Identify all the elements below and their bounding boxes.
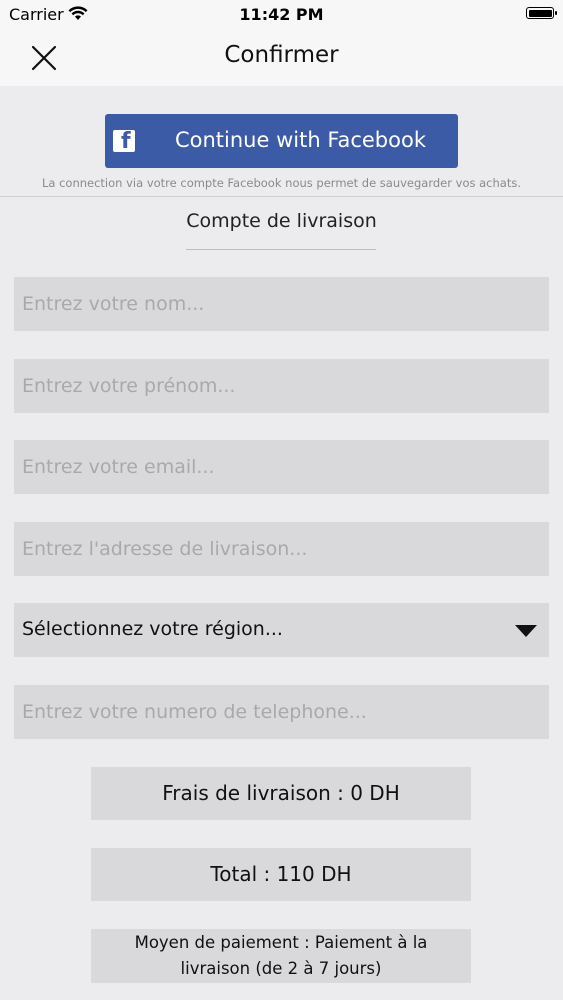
region-select[interactable]: Sélectionnez votre région... (14, 603, 549, 657)
chevron-down-icon (515, 625, 537, 637)
delivery-fee-box: Frais de livraison : 0 DH (91, 767, 471, 820)
delivery-fee-text: Frais de livraison : 0 DH (162, 781, 400, 805)
email-input[interactable] (14, 440, 549, 494)
payment-method-line2: livraison (de 2 à 7 jours) (180, 959, 382, 978)
facebook-button-label: Continue with Facebook (174, 128, 426, 152)
section-underline (186, 249, 376, 250)
total-text: Total : 110 DH (210, 862, 352, 886)
phone-input[interactable] (14, 685, 549, 739)
section-title: Compte de livraison (186, 210, 377, 232)
status-time: 11:42 PM (239, 5, 324, 24)
navigation-bar: Confirmer (0, 32, 563, 86)
address-input[interactable] (14, 522, 549, 576)
page-title: Confirmer (224, 42, 339, 68)
first-name-input[interactable] (14, 359, 549, 413)
payment-method-box: Moyen de paiement : Paiement à la livrai… (91, 929, 471, 983)
total-box: Total : 110 DH (91, 848, 471, 901)
battery-icon (526, 7, 557, 19)
facebook-note: La connection via votre compte Facebook … (41, 176, 521, 190)
last-name-input[interactable] (14, 277, 549, 331)
facebook-glyph: f (121, 129, 131, 154)
region-select-label: Sélectionnez votre région... (22, 618, 283, 640)
divider (0, 196, 563, 197)
facebook-icon: f (113, 129, 135, 154)
status-bar: Carrier 11:42 PM (0, 0, 563, 32)
payment-method-line1: Moyen de paiement : Paiement à la (134, 933, 428, 952)
facebook-login-button[interactable]: f Continue with Facebook (105, 114, 458, 168)
